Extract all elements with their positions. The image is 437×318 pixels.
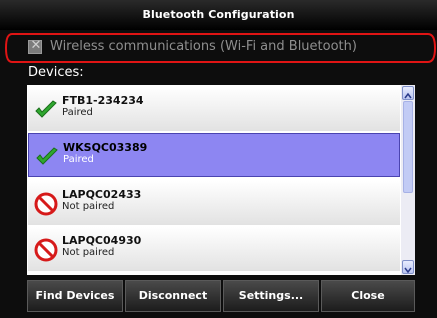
button-bar: Find Devices Disconnect Settings... Clos… (27, 280, 415, 312)
prohibited-icon (34, 238, 58, 262)
find-devices-button[interactable]: Find Devices (27, 280, 123, 312)
device-status: Paired (62, 107, 93, 118)
check-icon (36, 147, 58, 165)
devices-label: Devices: (28, 65, 84, 80)
device-status: Not paired (62, 247, 115, 258)
window-title: Bluetooth Configuration (142, 8, 295, 21)
title-bar: Bluetooth Configuration (0, 0, 437, 30)
device-item[interactable]: LAPQC02433 Not paired (28, 181, 400, 225)
scroll-thumb[interactable] (403, 101, 413, 193)
checkbox-x-icon: ✕ (30, 38, 42, 53)
device-name: FTB1-234234 (62, 94, 144, 107)
disconnect-button[interactable]: Disconnect (125, 280, 221, 312)
device-item-selected[interactable]: WKSQC03389 Paired (28, 133, 400, 177)
wireless-option: ✕ Wireless communications (Wi-Fi and Blu… (28, 39, 418, 59)
check-icon (35, 100, 57, 118)
device-name: LAPQC02433 (62, 188, 142, 201)
scroll-up-button[interactable] (402, 86, 414, 100)
device-list[interactable]: FTB1-234234 Paired WKSQC03389 Paired LAP… (27, 85, 415, 275)
settings-button[interactable]: Settings... (223, 280, 319, 312)
scroll-down-button[interactable] (402, 260, 414, 274)
wireless-label: Wireless communications (Wi-Fi and Bluet… (50, 39, 357, 54)
device-status: Not paired (62, 201, 115, 212)
close-button[interactable]: Close (321, 280, 415, 312)
device-item[interactable]: LAPQC04930 Not paired (28, 227, 400, 271)
device-list-scrollbar[interactable] (401, 85, 415, 275)
device-status: Paired (63, 154, 94, 165)
device-item[interactable]: FTB1-234234 Paired (28, 87, 400, 131)
bluetooth-config-window: Bluetooth Configuration ✕ Wireless commu… (0, 0, 437, 318)
wireless-checkbox[interactable]: ✕ (28, 38, 42, 54)
prohibited-icon (34, 192, 58, 216)
device-name: LAPQC04930 (62, 234, 142, 247)
chevron-down-icon (404, 267, 412, 274)
device-name: WKSQC03389 (63, 141, 148, 154)
